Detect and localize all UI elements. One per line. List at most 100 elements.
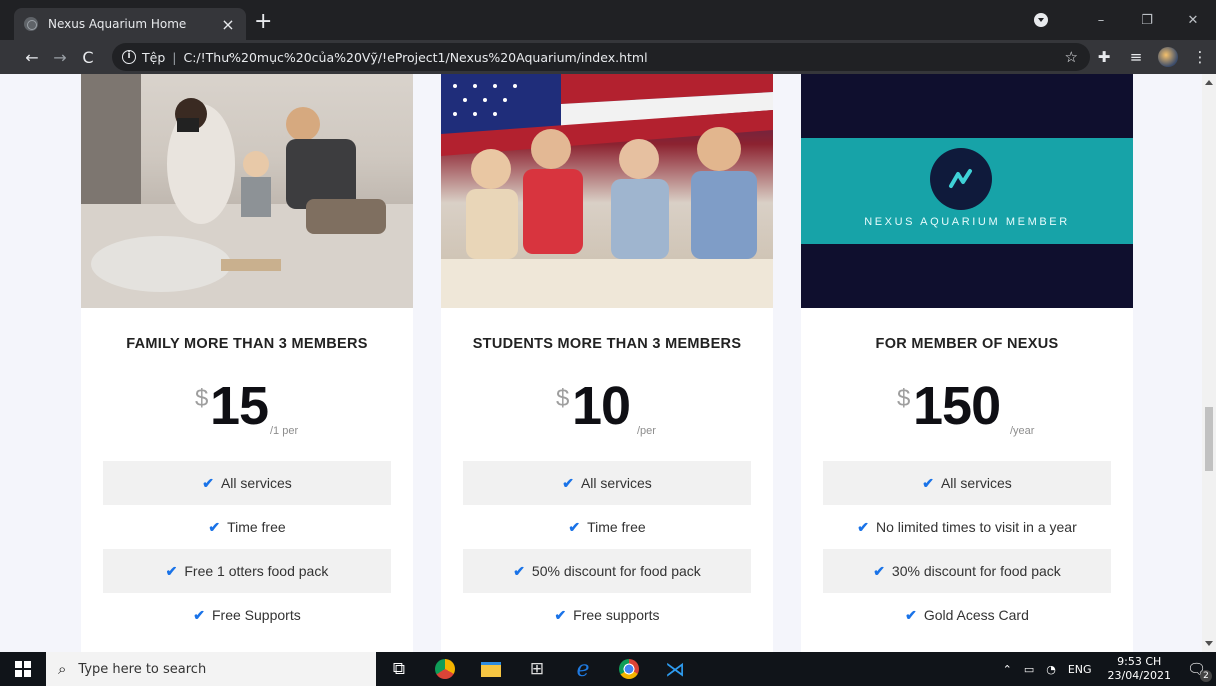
new-tab-button[interactable]: + — [254, 11, 272, 33]
show-hidden-icons[interactable]: ⌃ — [1003, 663, 1012, 676]
tab-search-icon[interactable] — [1034, 13, 1048, 27]
window-controls: – ❐ ✕ — [1034, 0, 1216, 40]
feature-item: ✔ Free Supports — [103, 593, 391, 637]
students-photo — [441, 74, 773, 308]
feature-text: No limited times to visit in a year — [876, 519, 1077, 535]
chrome-canary-icon[interactable] — [422, 652, 468, 686]
tab-strip: Nexus Aquarium Home × + – ❐ ✕ — [0, 0, 1216, 40]
card-title: FAMILY MORE THAN 3 MEMBERS — [126, 336, 368, 352]
price-period: /per — [637, 425, 656, 437]
minimize-button[interactable]: – — [1078, 13, 1124, 28]
address-bar[interactable]: i Tệp | C:/!Thư%20mục%20của%20Vỹ/!eProje… — [112, 43, 1090, 71]
back-icon[interactable]: ← — [18, 48, 46, 67]
system-tray: ⌃ ▭ ◔ ENG 9:53 CH 23/04/2021 🗨 2 — [997, 652, 1216, 686]
page-viewport: FAMILY MORE THAN 3 MEMBERS $ 15 /1 per ✔… — [0, 74, 1216, 652]
clock[interactable]: 9:53 CH 23/04/2021 — [1108, 655, 1171, 683]
feature-text: All services — [220, 475, 292, 491]
language-indicator[interactable]: ENG — [1068, 663, 1092, 676]
url-text[interactable]: C:/!Thư%20mục%20của%20Vỹ/!eProject1/Nexu… — [183, 50, 647, 65]
network-app-icon[interactable]: ⊞ — [514, 652, 560, 686]
feature-list: ✔ All services ✔ No limited times to visit… — [823, 461, 1111, 637]
check-icon: ✔ — [562, 474, 574, 491]
feature-text: Gold Acess Card — [923, 607, 1029, 623]
feature-item: ✔ Time free — [103, 505, 391, 549]
info-icon[interactable]: i — [122, 50, 136, 64]
profile-avatar[interactable] — [1158, 47, 1178, 67]
scroll-thumb[interactable] — [1205, 407, 1213, 471]
tab-title: Nexus Aquarium Home — [48, 17, 187, 31]
feature-item: ✔ Free 1 otters food pack — [103, 549, 391, 593]
start-button[interactable] — [0, 652, 46, 686]
search-icon: ⌕ — [58, 660, 67, 678]
clock-time: 9:53 CH — [1117, 655, 1162, 668]
page-scrollbar[interactable] — [1202, 74, 1216, 652]
check-icon: ✔ — [857, 518, 869, 535]
forward-icon[interactable]: → — [46, 48, 74, 67]
family-photo — [81, 74, 413, 308]
feature-item: ✔ All services — [463, 461, 751, 505]
feature-text: 50% discount for food pack — [531, 563, 701, 579]
price-block: $ 15 /1 per — [81, 376, 413, 449]
globe-icon — [24, 17, 38, 31]
students-illustration — [441, 74, 773, 308]
wifi-icon[interactable]: ◔ — [1046, 663, 1056, 676]
internet-explorer-icon[interactable]: e — [560, 652, 606, 686]
windows-taskbar: ⌕ Type here to search ⧉ ⊞ e ⋊ ⌃ ▭ ◔ ENG … — [0, 652, 1216, 686]
pricing-card-family: FAMILY MORE THAN 3 MEMBERS $ 15 /1 per ✔… — [81, 74, 413, 652]
check-icon: ✔ — [202, 474, 214, 491]
family-illustration — [81, 74, 413, 308]
feature-item: ✔ Time free — [463, 505, 751, 549]
price-amount: 15 — [210, 376, 269, 436]
feature-item: ✔ All services — [823, 461, 1111, 505]
notification-icon[interactable]: 🗨 2 — [1187, 660, 1212, 682]
bookmark-star-icon[interactable]: ☆ — [1065, 48, 1078, 66]
pricing-card-member: NEXUS AQUARIUM MEMBER FOR MEMBER OF NEXU… — [801, 74, 1133, 652]
tab-close-button[interactable]: × — [220, 15, 236, 34]
check-icon: ✔ — [873, 562, 885, 579]
feature-text: Free supports — [573, 607, 660, 623]
feature-item: ✔ Gold Acess Card — [823, 593, 1111, 637]
browser-toolbar: ← → C i Tệp | C:/!Thư%20mục%20của%20Vỹ/!… — [0, 40, 1216, 74]
price-period: /year — [1010, 425, 1035, 437]
extensions-icon[interactable]: ✚ — [1088, 48, 1120, 66]
feature-item: ✔ 50% discount for food pack — [463, 549, 751, 593]
restore-button[interactable]: ❐ — [1124, 13, 1170, 28]
pricing-card-students: STUDENTS MORE THAN 3 MEMBERS $ 10 /per ✔… — [441, 74, 773, 652]
file-explorer-icon[interactable] — [468, 652, 514, 686]
member-card-text: NEXUS AQUARIUM MEMBER — [864, 216, 1070, 228]
reload-icon[interactable]: C — [74, 48, 102, 67]
price-amount: 150 — [913, 376, 1001, 436]
battery-icon[interactable]: ▭ — [1024, 663, 1034, 676]
feature-text: 30% discount for food pack — [891, 563, 1061, 579]
member-card-image: NEXUS AQUARIUM MEMBER — [801, 74, 1133, 308]
feature-item: ✔ 30% discount for food pack — [823, 549, 1111, 593]
check-icon: ✔ — [554, 606, 567, 623]
chrome-icon[interactable] — [606, 652, 652, 686]
feature-list: ✔ All services ✔ Time free ✔ Free 1 otters … — [103, 461, 391, 637]
feature-item: ✔ No limited times to visit in a year — [823, 505, 1111, 549]
scroll-up-icon[interactable] — [1205, 80, 1213, 85]
currency-symbol: $ — [556, 385, 570, 412]
toolbar-actions: ✚ ≡ ⋮ — [1088, 40, 1216, 74]
currency-symbol: $ — [195, 385, 209, 412]
notification-count: 2 — [1200, 670, 1212, 682]
scroll-down-icon[interactable] — [1205, 641, 1213, 646]
clock-date: 23/04/2021 — [1107, 669, 1171, 682]
close-window-button[interactable]: ✕ — [1170, 13, 1216, 28]
feature-item: ✔ All services — [103, 461, 391, 505]
check-icon: ✔ — [165, 562, 178, 579]
reading-list-icon[interactable]: ≡ — [1120, 48, 1152, 66]
currency-symbol: $ — [897, 385, 911, 412]
check-icon: ✔ — [208, 518, 221, 535]
url-scheme-label: Tệp — [142, 49, 166, 65]
check-icon: ✔ — [568, 518, 581, 535]
feature-text: Free 1 otters food pack — [184, 563, 329, 579]
menu-icon[interactable]: ⋮ — [1184, 48, 1216, 66]
card-title: FOR MEMBER OF NEXUS — [875, 336, 1059, 352]
browser-tab[interactable]: Nexus Aquarium Home × — [14, 8, 246, 40]
taskbar-search[interactable]: ⌕ Type here to search — [46, 652, 376, 686]
task-view-icon[interactable]: ⧉ — [376, 652, 422, 686]
vscode-icon[interactable]: ⋊ — [652, 652, 698, 686]
check-icon: ✔ — [193, 606, 205, 623]
check-icon: ✔ — [513, 562, 525, 579]
